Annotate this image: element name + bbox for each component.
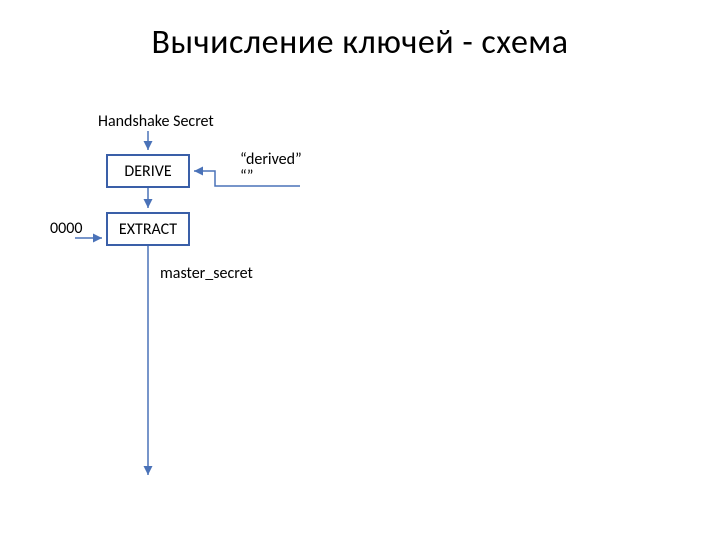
diagram-connectors [0, 0, 720, 540]
label-derived-empty: “” [240, 167, 253, 186]
box-extract: EXTRACT [106, 212, 190, 246]
label-master-secret: master_secret [160, 264, 253, 283]
label-handshake-secret: Handshake Secret [98, 112, 214, 131]
label-zeros: 0000 [50, 219, 82, 238]
page-title: Вычисление ключей - схема [0, 22, 720, 63]
box-derive: DERIVE [106, 154, 190, 188]
